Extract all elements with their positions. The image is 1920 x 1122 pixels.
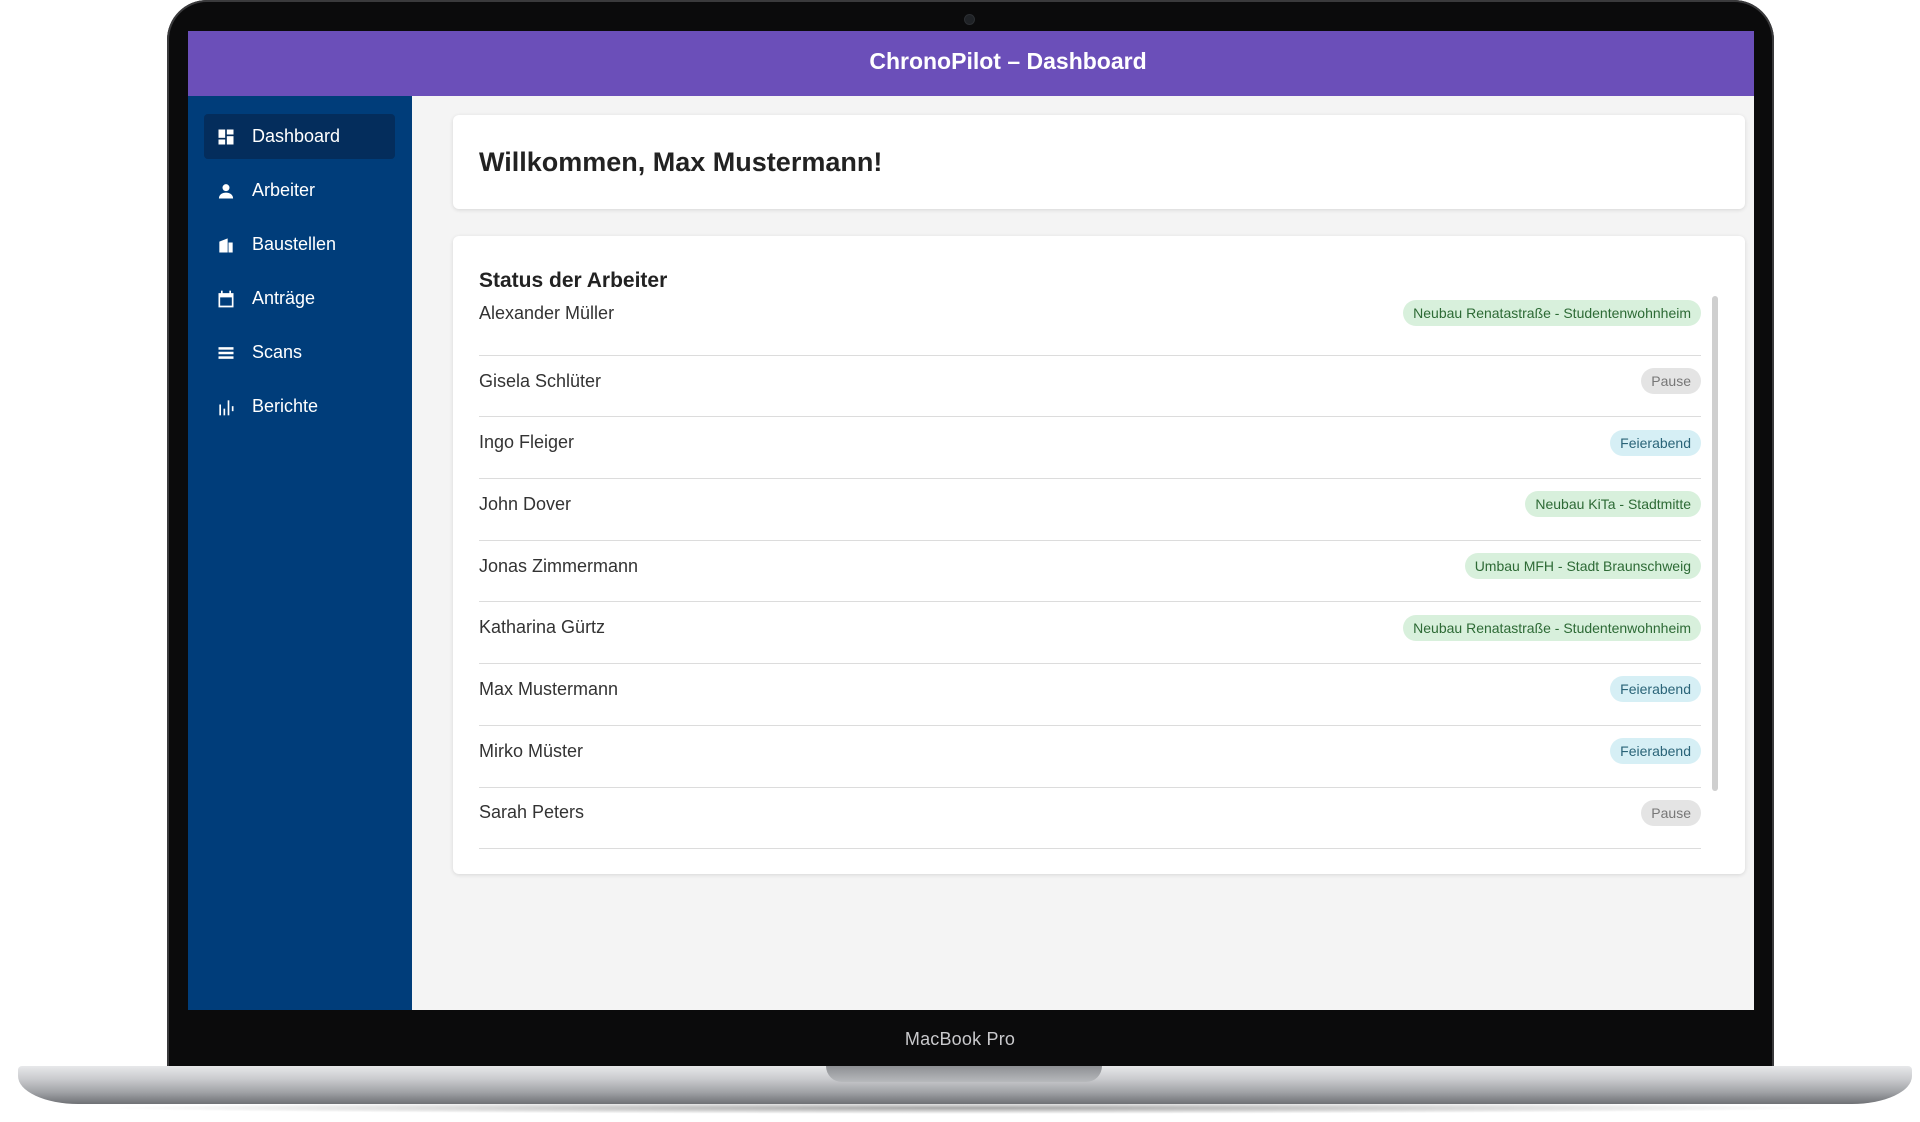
worker-name: Gisela Schlüter	[479, 370, 602, 391]
status-badge: Pause	[1641, 799, 1701, 826]
worker-name: John Dover	[479, 493, 572, 514]
worker-row: Gisela Schlüter Pause	[479, 356, 1701, 418]
worker-name: Jonas Zimmermann	[479, 555, 639, 576]
sidebar-item-label: Berichte	[252, 396, 319, 416]
sidebar-item-label: Baustellen	[252, 234, 337, 254]
status-badge: Neubau Renatastraße - Studentenwohnheim	[1403, 614, 1701, 641]
device-label: MacBook Pro	[904, 1029, 1016, 1049]
laptop-notch	[826, 1066, 1102, 1082]
app-header: ChronoPilot – Dashboard	[188, 31, 1754, 96]
worker-row: John Dover Neubau KiTa - Stadtmitte	[479, 479, 1701, 541]
dashboard-icon	[216, 127, 236, 147]
worker-name: Alexander Müller	[479, 302, 615, 323]
sidebar-item-dashboard[interactable]: Dashboard	[204, 114, 395, 159]
status-badge: Feierabend	[1610, 676, 1701, 703]
worker-status-card: Status der Arbeiter Alexander Müller Neub…	[453, 236, 1745, 874]
worker-row: Alexander Müller Neubau Renatastraße - St…	[479, 294, 1701, 356]
status-title: Status der Arbeiter	[479, 269, 668, 292]
sidebar-item-label: Scans	[252, 342, 303, 362]
scrollbar[interactable]	[1712, 296, 1718, 791]
status-badge: Umbau MFH - Stadt Braunschweig	[1464, 553, 1701, 580]
status-badge: Feierabend	[1610, 429, 1701, 456]
sidebar-item-scans[interactable]: Scans	[204, 330, 395, 375]
sidebar: Dashboard Arbeiter Baustellen Anträge Sc…	[188, 96, 412, 1010]
worker-row: Ingo Fleiger Feierabend	[479, 417, 1701, 480]
worker-row: Katharina Gürtz Neubau Renatastraße - Stu…	[479, 602, 1701, 665]
building-icon	[216, 235, 236, 255]
status-badge: Neubau KiTa - Stadtmitte	[1525, 491, 1701, 518]
worker-row: Jonas Zimmermann Umbau MFH - Stadt Brauns…	[479, 541, 1701, 603]
worker-name: Ingo Fleiger	[479, 432, 575, 453]
camera-icon	[965, 15, 974, 24]
welcome-title: Willkommen, Max Mustermann!	[479, 147, 883, 177]
person-icon	[216, 181, 236, 201]
worker-name: Mirko Müster	[479, 740, 584, 761]
welcome-card: Willkommen, Max Mustermann!	[453, 115, 1745, 209]
app-title: ChronoPilot – Dashboard	[869, 48, 1147, 74]
worker-name: Sarah Peters	[479, 802, 585, 823]
worker-name: Max Mustermann	[479, 678, 619, 699]
app-screen: ChronoPilot – Dashboard Dashboard Arbeit…	[188, 31, 1754, 1010]
status-badge: Neubau Renatastraße - Studentenwohnheim	[1403, 300, 1701, 327]
sidebar-item-berichte[interactable]: Berichte	[204, 384, 395, 429]
main-content: Willkommen, Max Mustermann! Status der A…	[412, 96, 1754, 1010]
calendar-icon	[216, 289, 236, 309]
worker-row: Max Mustermann Feierabend	[479, 664, 1701, 726]
bar-chart-icon	[216, 397, 236, 417]
list-icon	[216, 343, 236, 363]
sidebar-item-label: Arbeiter	[252, 180, 316, 200]
status-badge: Pause	[1641, 368, 1701, 395]
worker-list: Alexander Müller Neubau Renatastraße - St…	[479, 294, 1701, 850]
sidebar-item-baustellen[interactable]: Baustellen	[204, 222, 395, 267]
sidebar-item-antraege[interactable]: Anträge	[204, 276, 395, 321]
sidebar-item-arbeiter[interactable]: Arbeiter	[204, 168, 395, 213]
sidebar-item-label: Dashboard	[252, 126, 341, 146]
worker-row: Sarah Peters Pause	[479, 788, 1701, 850]
worker-name: Katharina Gürtz	[479, 617, 606, 638]
sidebar-item-label: Anträge	[252, 288, 316, 308]
worker-row: Mirko Müster Feierabend	[479, 726, 1701, 788]
status-badge: Feierabend	[1610, 738, 1701, 765]
